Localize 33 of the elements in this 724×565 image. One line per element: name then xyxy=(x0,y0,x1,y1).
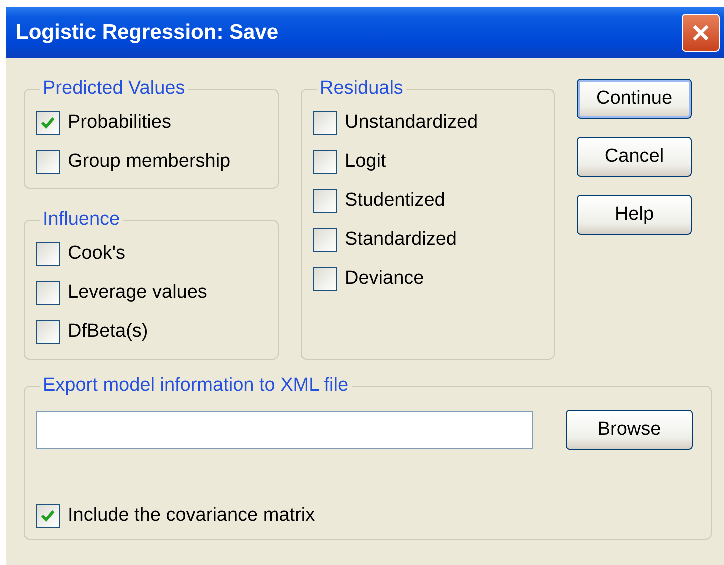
dialog-button[interactable]: Help xyxy=(577,195,692,235)
checkbox-label[interactable]: Standardized xyxy=(345,228,457,250)
checkbox-label[interactable]: Unstandardized xyxy=(345,112,478,134)
checkbox[interactable] xyxy=(313,110,337,134)
browse-button[interactable]: Browse xyxy=(566,410,693,450)
checkbox-label[interactable]: DfBeta(s) xyxy=(68,320,148,342)
checkbox[interactable] xyxy=(36,320,60,344)
checkbox[interactable] xyxy=(36,242,60,266)
group-title: Residuals xyxy=(319,79,404,99)
checkbox[interactable] xyxy=(36,280,60,304)
checkbox-label[interactable]: Logit xyxy=(345,150,386,172)
window-title: Logistic Regression: Save xyxy=(16,20,279,44)
checkbox[interactable] xyxy=(36,504,60,528)
checkbox-label[interactable]: Probabilities xyxy=(68,112,172,134)
checkbox[interactable] xyxy=(313,266,337,290)
dialog-button[interactable]: Continue xyxy=(577,79,692,119)
checkbox-label[interactable]: Leverage values xyxy=(68,282,208,304)
checkbox-label[interactable]: Group membership xyxy=(68,150,231,172)
checkbox-label[interactable]: Deviance xyxy=(345,268,424,290)
dialog-button[interactable]: Cancel xyxy=(577,137,692,177)
group-title: Export model information to XML file xyxy=(42,376,350,396)
close-button[interactable] xyxy=(682,14,720,52)
checkbox-label[interactable]: Cook's xyxy=(68,242,126,264)
group-title: Influence xyxy=(42,210,122,230)
group-title: Predicted Values xyxy=(42,79,186,99)
checkbox[interactable] xyxy=(313,228,337,252)
file-path-field[interactable] xyxy=(36,411,533,449)
checkbox[interactable] xyxy=(36,110,60,134)
checkbox[interactable] xyxy=(313,188,337,212)
checkbox[interactable] xyxy=(36,150,60,174)
checkbox[interactable] xyxy=(313,150,337,174)
checkbox-label[interactable]: Studentized xyxy=(345,190,446,212)
checkbox-label[interactable]: Include the covariance matrix xyxy=(68,504,316,526)
